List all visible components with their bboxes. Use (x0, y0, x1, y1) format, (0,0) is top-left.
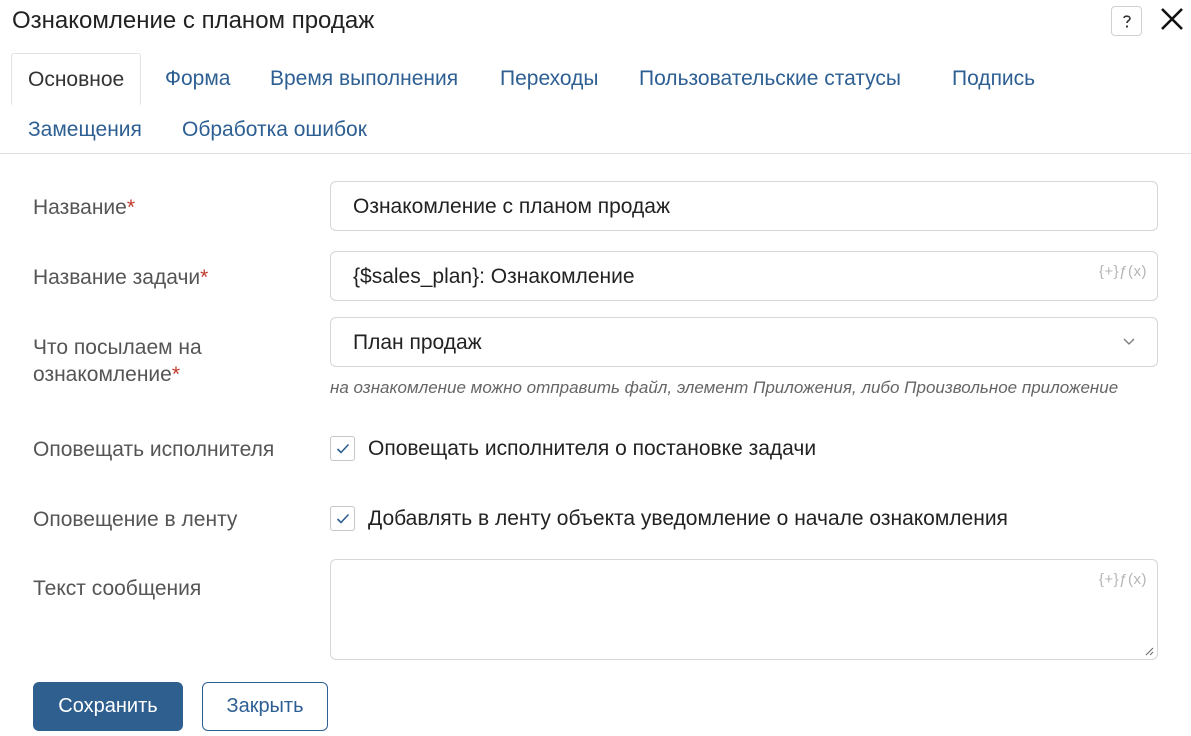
required-mark: * (126, 196, 136, 219)
resize-handle-icon[interactable] (1144, 646, 1154, 656)
name-input-value: Ознакомление с планом продаж (353, 195, 670, 218)
task-name-label: Название задачи* (33, 266, 209, 289)
tab-custom-statuses[interactable]: Пользовательские статусы (639, 66, 901, 92)
send-label: Что посылаем на ознакомление* (33, 336, 202, 386)
tab-form[interactable]: Форма (165, 66, 230, 92)
task-name-input[interactable]: {$sales_plan}: Ознакомление {+}ƒ(x) (330, 251, 1158, 301)
check-icon (336, 443, 349, 454)
notify-executor-checkbox[interactable] (330, 436, 355, 461)
name-label: Название* (33, 196, 136, 219)
send-select-value: План продаж (353, 331, 482, 354)
message-label: Текст сообщения (33, 577, 202, 600)
tab-signature[interactable]: Подпись (952, 66, 1035, 92)
close-icon (1161, 8, 1183, 30)
notify-feed-checkbox-label[interactable]: Добавлять в ленту объекта уведомление о … (368, 505, 1008, 532)
save-button[interactable]: Сохранить (33, 682, 183, 731)
message-textarea[interactable]: {+}ƒ(x) (330, 559, 1158, 660)
required-mark: * (171, 363, 181, 386)
notify-feed-checkbox[interactable] (330, 506, 355, 531)
formula-icon[interactable]: {+}ƒ(x) (1099, 263, 1147, 280)
help-button[interactable] (1111, 6, 1142, 36)
tab-substitutions[interactable]: Замещения (28, 117, 142, 143)
tab-bar: Основное Форма Время выполнения Переходы… (0, 53, 1191, 154)
notify-feed-label: Оповещение в ленту (33, 508, 238, 531)
question-icon (1122, 15, 1131, 28)
tab-basic[interactable]: Основное (11, 53, 142, 105)
notify-executor-checkbox-label[interactable]: Оповещать исполнителя о постановке задач… (368, 435, 816, 462)
task-name-input-value: {$sales_plan}: Ознакомление (353, 265, 635, 288)
notify-executor-label: Оповещать исполнителя (33, 438, 275, 461)
formula-icon[interactable]: {+}ƒ(x) (1099, 571, 1147, 588)
tab-error-handling[interactable]: Обработка ошибок (182, 117, 367, 143)
send-select[interactable]: План продаж (330, 317, 1158, 367)
close-dialog-button[interactable]: Закрыть (202, 682, 328, 731)
tab-transitions[interactable]: Переходы (500, 66, 599, 92)
chevron-down-icon (1123, 338, 1135, 345)
close-button[interactable] (1157, 4, 1187, 34)
required-mark: * (200, 266, 209, 289)
tab-execution-time[interactable]: Время выполнения (270, 66, 458, 92)
check-icon (336, 513, 349, 524)
send-hint: на ознакомление можно отправить файл, эл… (330, 378, 1119, 397)
name-input[interactable]: Ознакомление с планом продаж (330, 181, 1158, 231)
dialog-title: Ознакомление с планом продаж (12, 7, 375, 34)
